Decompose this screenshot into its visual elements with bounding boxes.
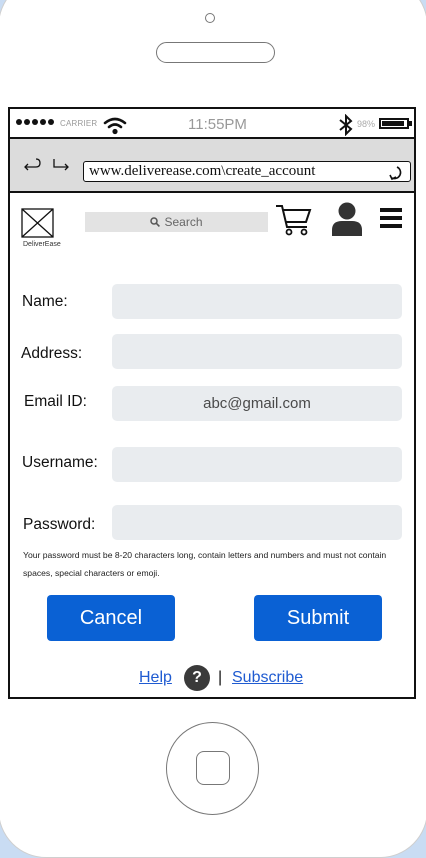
logo-text: DeliverEase [23,241,61,248]
bluetooth-icon [339,114,353,136]
carrier-name: CARRIER [60,119,98,128]
home-button[interactable] [166,722,259,815]
earpiece-speaker [156,42,275,63]
user-icon[interactable] [331,202,363,236]
status-bar: CARRIER 11:55PM 98% [10,109,414,139]
email-field[interactable] [112,386,402,421]
battery-percent: 98% [357,119,376,129]
wifi-icon [103,117,127,135]
search-box[interactable]: Search [85,212,268,232]
menu-icon[interactable] [380,207,402,229]
password-label: Password: [23,516,96,533]
phone-frame: CARRIER 11:55PM 98% www.deliverease.com\… [0,0,426,858]
footer: Help ? | Subscribe [10,665,414,695]
username-field[interactable] [112,447,402,482]
address-field[interactable] [112,334,402,369]
url-field[interactable]: www.deliverease.com\create_account [83,161,411,182]
help-link[interactable]: Help [139,669,172,687]
name-field[interactable] [112,284,402,319]
search-icon [150,217,161,227]
home-square-icon [196,751,230,785]
cart-icon[interactable] [275,203,313,237]
search-placeholder: Search [164,215,203,229]
email-label: Email ID: [24,393,87,410]
address-label: Address: [21,345,83,362]
subscribe-link[interactable]: Subscribe [232,669,303,687]
battery-icon [379,118,409,129]
front-camera [205,13,215,23]
phone-screen: CARRIER 11:55PM 98% www.deliverease.com\… [8,107,416,699]
name-label: Name: [22,293,68,310]
submit-button[interactable]: Submit [254,595,382,641]
password-hint: Your password must be 8-20 characters lo… [23,550,387,578]
battery-tip [409,121,412,126]
password-field[interactable] [112,505,402,540]
signal-icon [16,119,54,125]
username-label: Username: [22,454,98,471]
app-header: DeliverEase Search [10,195,414,263]
browser-toolbar: www.deliverease.com\create_account [10,139,414,193]
cancel-button[interactable]: Cancel [47,595,175,641]
forward-arrow-icon[interactable] [50,157,72,171]
status-time: 11:55PM [188,116,247,133]
envelope-icon[interactable] [21,208,54,238]
footer-separator: | [218,669,223,686]
battery-level [382,121,404,126]
help-icon[interactable]: ? [184,665,210,691]
back-arrow-icon[interactable] [22,157,44,171]
reload-icon[interactable] [388,164,406,182]
